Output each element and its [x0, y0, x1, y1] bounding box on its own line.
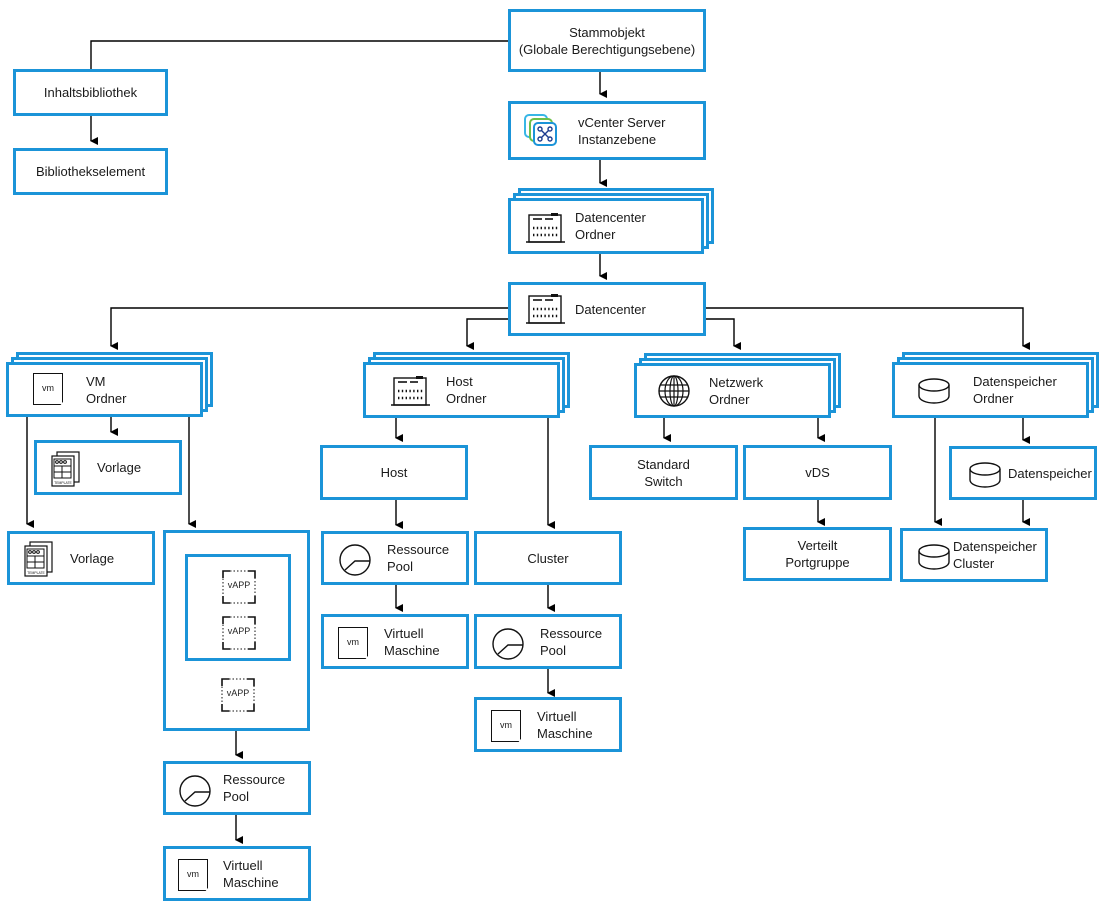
node-resource-pool-host[interactable]: Ressource Pool	[321, 531, 469, 585]
edge-dc-dsfolder	[705, 307, 1030, 350]
vm-icon-text: vm	[347, 637, 359, 647]
vapp-icon[interactable]: vAPP	[221, 678, 255, 712]
node-host-label: Host	[380, 465, 408, 480]
vm-icon: vm	[491, 710, 521, 742]
node-content-library[interactable]: Inhaltsbibliothek	[13, 69, 168, 116]
edge-dc-hostfolder	[466, 318, 508, 350]
node-vm-host-label: Virtuell Maschine	[384, 625, 440, 658]
node-datastore-folder-label: Datenspeicher Ordner	[973, 374, 1057, 406]
node-datacenter-folder[interactable]: Datencenter Ordner	[508, 198, 704, 254]
datastore-icon	[918, 544, 950, 570]
node-host-folder[interactable]: Host Ordner	[363, 362, 560, 418]
node-vm-folder[interactable]: vm VM Ordner	[6, 362, 203, 417]
node-vm-cluster-label: Virtuell Maschine	[537, 708, 593, 741]
vm-icon: vm	[338, 627, 368, 659]
svg-text:TEMPLATE: TEMPLATE	[27, 571, 45, 575]
node-standard-switch-label: Standard Switch	[637, 456, 690, 489]
node-resource-pool-vm-label: Ressource Pool	[223, 772, 286, 804]
node-resource-pool-vm[interactable]: Ressource Pool	[163, 761, 311, 815]
vapp-inner-container[interactable]: vAPP vAPP	[185, 554, 291, 661]
node-datastore-folder[interactable]: Datenspeicher Ordner	[892, 362, 1089, 418]
vm-icon-text: vm	[187, 869, 199, 879]
resource-pool-icon	[179, 775, 211, 807]
datacenter-icon	[526, 213, 565, 243]
vapp-container[interactable]: vAPP vAPP vAPP	[163, 530, 310, 731]
node-network-folder[interactable]: Netzwerk Ordner	[634, 363, 831, 418]
template-icon: TEMPLATE	[24, 541, 53, 577]
node-template-2[interactable]: TEMPLATE Vorlage	[7, 531, 155, 585]
vapp-label: vAPP	[227, 580, 251, 590]
node-root-label: Stammobjekt (Globale Berechtigungsebene)	[518, 24, 696, 57]
node-resource-pool-cluster-label: Ressource Pool	[540, 625, 603, 658]
vapp-label: vAPP	[227, 626, 251, 636]
node-dist-portgroup[interactable]: Verteilt Portgruppe	[743, 527, 892, 581]
node-datacenter-label: Datencenter	[575, 301, 646, 317]
node-cluster[interactable]: Cluster	[474, 531, 622, 585]
node-datacenter-folder-label: Datencenter Ordner	[575, 210, 646, 242]
node-vm-folder-label: VM Ordner	[86, 373, 127, 406]
node-library-item[interactable]: Bibliothekselement	[13, 148, 168, 195]
datastore-icon	[918, 378, 950, 404]
vm-icon: vm	[33, 373, 63, 405]
node-resource-pool-host-label: Ressource Pool	[387, 542, 450, 574]
node-datastore-cluster[interactable]: Datenspeicher Cluster	[900, 528, 1048, 582]
resource-pool-icon	[492, 628, 524, 660]
svg-text:TEMPLATE: TEMPLATE	[54, 481, 72, 485]
globe-icon	[658, 375, 690, 407]
node-vcenter-label: vCenter Server Instanzebene	[578, 114, 666, 147]
node-root[interactable]: Stammobjekt (Globale Berechtigungsebene)	[508, 9, 706, 72]
node-datastore-label: Datenspeicher	[1008, 465, 1092, 481]
node-vm-cluster[interactable]: vm Virtuell Maschine	[474, 697, 622, 752]
node-host-folder-label: Host Ordner	[446, 374, 487, 406]
node-template-2-label: Vorlage	[70, 550, 115, 566]
node-resource-pool-cluster[interactable]: Ressource Pool	[474, 614, 622, 669]
template-icon: TEMPLATE	[51, 451, 80, 487]
datacenter-icon	[526, 294, 565, 324]
node-host[interactable]: Host	[320, 445, 468, 500]
node-vm-vm[interactable]: vm Virtuell Maschine	[163, 846, 311, 901]
edge-dc-netfolder	[705, 318, 741, 350]
node-vds-label: vDS	[805, 465, 830, 480]
resource-pool-icon	[339, 544, 371, 576]
node-datacenter[interactable]: Datencenter	[508, 282, 706, 336]
node-vds[interactable]: vDS	[743, 445, 892, 500]
node-datastore-cluster-label: Datenspeicher Cluster	[953, 539, 1037, 571]
datacenter-icon	[391, 376, 430, 406]
node-dist-portgroup-label: Verteilt Portgruppe	[785, 538, 850, 570]
node-standard-switch[interactable]: Standard Switch	[589, 445, 738, 500]
vm-icon-text: vm	[42, 383, 54, 393]
node-content-library-label: Inhaltsbibliothek	[43, 85, 138, 100]
node-cluster-label: Cluster	[527, 550, 569, 566]
vapp-icon[interactable]: vAPP	[222, 570, 256, 604]
vm-icon-text: vm	[500, 720, 512, 730]
node-template-1[interactable]: TEMPLATE Vorlage	[34, 440, 182, 495]
vm-icon: vm	[178, 859, 208, 891]
node-datastore[interactable]: Datenspeicher	[949, 446, 1097, 500]
node-network-folder-label: Netzwerk Ordner	[709, 374, 764, 407]
node-library-item-label: Bibliothekselement	[35, 164, 146, 179]
vapp-label: vAPP	[226, 688, 250, 698]
node-vm-host[interactable]: vm Virtuell Maschine	[321, 614, 469, 669]
vapp-icon[interactable]: vAPP	[222, 616, 256, 650]
node-vcenter[interactable]: vCenter Server Instanzebene	[508, 101, 706, 160]
vcenter-icon	[524, 114, 557, 146]
edge-dc-vmfolder	[110, 307, 508, 350]
datastore-icon	[969, 462, 1001, 488]
node-template-1-label: Vorlage	[97, 460, 142, 475]
node-vm-vm-label: Virtuell Maschine	[223, 857, 279, 890]
